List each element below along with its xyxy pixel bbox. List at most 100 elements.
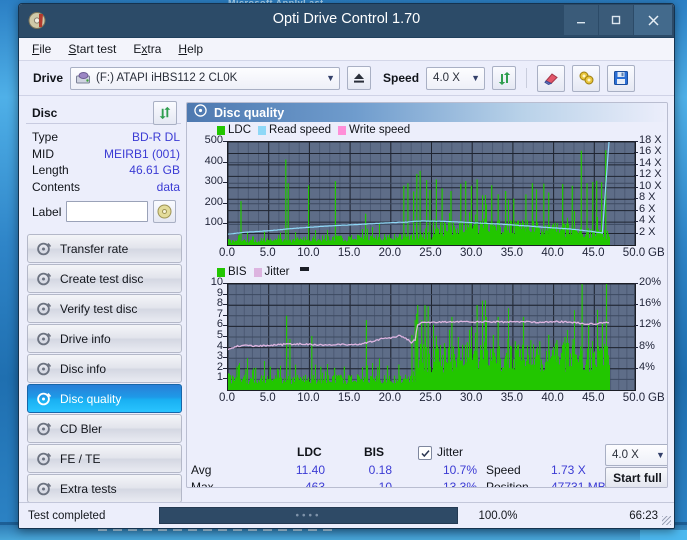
y-axis-tick-left: 9	[193, 287, 223, 299]
disc-label-button[interactable]	[153, 200, 176, 223]
eject-button[interactable]	[347, 66, 371, 90]
sidebar-item-label: Drive info	[60, 332, 111, 346]
menu-item-start-test[interactable]: Start test	[68, 42, 116, 56]
sidebar-item-disc-info[interactable]: Disc info	[27, 354, 182, 383]
disc-info-key: MID	[32, 146, 54, 163]
tick-mark	[223, 203, 227, 204]
plot-area	[227, 283, 636, 391]
tick-mark	[634, 175, 638, 176]
speed-label: Speed	[383, 71, 419, 85]
x-axis-tick: 20.0	[373, 247, 407, 259]
sidebar-item-label: Transfer rate	[60, 242, 128, 256]
x-axis-tick: 5.0	[251, 392, 285, 404]
drive-value: (F:) ATAPI iHBS112 2 CL0K	[90, 72, 322, 84]
x-axis-tick: 40.0	[536, 247, 570, 259]
y-axis-tick-right: 8 X	[639, 191, 668, 203]
y-axis-tick-right: 20%	[639, 276, 668, 288]
plot-area	[227, 141, 636, 246]
menu-item-help[interactable]: Help	[178, 42, 203, 56]
sidebar-item-extra-tests[interactable]: Extra tests	[27, 474, 182, 503]
settings-button[interactable]	[572, 65, 600, 92]
disc-refresh-button[interactable]	[153, 101, 177, 125]
legend-label: LDC	[228, 124, 251, 136]
bis-jitter-chart[interactable]: 123456789104%8%12%16%20%0.05.010.015.020…	[187, 279, 667, 407]
tick-mark	[634, 210, 638, 211]
y-axis-tick-left: 8	[193, 297, 223, 309]
chevron-down-icon[interactable]: ▼	[467, 73, 484, 83]
x-axis-tick: 45.0	[576, 392, 610, 404]
tick-mark	[223, 357, 227, 358]
minimize-icon[interactable]	[564, 5, 598, 35]
sidebar-item-fe-te[interactable]: FE / TE	[27, 444, 182, 473]
disc-quality-panel: Disc quality LDC Read speed Write speed …	[186, 102, 668, 488]
disc-label-input[interactable]	[66, 201, 148, 222]
sidebar-item-verify-test-disc[interactable]: Verify test disc	[27, 294, 182, 323]
stats-col-bis: BIS	[364, 445, 384, 459]
y-axis-tick-left: 5	[193, 329, 223, 341]
panel-header: Disc quality	[187, 103, 667, 122]
jitter-checkbox[interactable]	[418, 446, 432, 460]
sidebar-item-cd-bler[interactable]: CD Bler	[27, 414, 182, 443]
panel-disc-icon	[194, 104, 207, 122]
start-full-button[interactable]: Start full	[605, 467, 668, 488]
elapsed-time: 66:23	[538, 510, 674, 522]
result-speed-select[interactable]: 4.0 X ▼	[605, 444, 668, 466]
status-message: Test completed	[19, 510, 159, 522]
x-axis-label: GB	[648, 247, 665, 259]
x-axis-tick: 5.0	[251, 247, 285, 259]
tick-mark	[223, 141, 227, 142]
progress-dots: ••••	[295, 510, 321, 521]
legend-item-read-speed: Read speed	[258, 124, 331, 136]
application-window: Opti Drive Control 1.70 File Start test …	[18, 3, 675, 529]
sidebar-item-create-test-disc[interactable]: Create test disc	[27, 264, 182, 293]
y-axis-tick-right: 18 X	[639, 134, 668, 146]
legend-label: BIS	[228, 266, 247, 278]
drive-select[interactable]: (F:) ATAPI iHBS112 2 CL0K ▼	[70, 67, 340, 90]
chevron-down-icon[interactable]: ▼	[322, 73, 339, 83]
legend-swatch	[254, 268, 262, 277]
menu-item-extra[interactable]: Extra	[133, 42, 161, 56]
tick-mark	[634, 187, 638, 188]
stats-speed-value: 1.73 X	[551, 463, 586, 477]
tick-mark	[223, 283, 227, 284]
tick-mark	[223, 182, 227, 183]
chart1-legend: LDC Read speed Write speed	[187, 122, 667, 137]
legend-label: Read speed	[269, 124, 331, 136]
x-axis-tick: 40.0	[536, 392, 570, 404]
sidebar-item-drive-info[interactable]: Drive info	[27, 324, 182, 353]
y-axis-tick-left: 300	[193, 175, 223, 187]
refresh-button[interactable]	[492, 66, 516, 90]
y-axis-tick-right: 4 X	[639, 214, 668, 226]
x-axis-tick: 10.0	[291, 247, 325, 259]
sidebar-item-label: Disc quality	[60, 392, 121, 406]
sidebar-item-label: FE / TE	[60, 452, 100, 466]
speed-select[interactable]: 4.0 X ▼	[426, 67, 485, 90]
tick-mark	[223, 294, 227, 295]
y-axis-tick-right: 12 X	[639, 168, 668, 180]
tick-mark	[634, 283, 638, 284]
chevron-down-icon[interactable]: ▼	[652, 450, 668, 460]
y-axis-tick-left: 10	[193, 276, 223, 288]
close-icon[interactable]	[634, 5, 672, 35]
sidebar-item-disc-quality[interactable]: Disc quality	[27, 384, 182, 413]
legend-item-jitter: Jitter	[254, 266, 290, 278]
menu-item-file[interactable]: File	[32, 42, 51, 56]
ldc-speed-chart[interactable]: 1002003004005002 X4 X6 X8 X10 X12 X14 X1…	[187, 137, 667, 262]
y-axis-tick-left: 100	[193, 216, 223, 228]
y-axis-tick-right: 16 X	[639, 145, 668, 157]
save-button[interactable]	[607, 65, 635, 92]
maximize-icon[interactable]	[599, 5, 633, 35]
y-axis-tick-left: 500	[193, 134, 223, 146]
stats-jitter-max: 13.3%	[403, 480, 477, 488]
erase-button[interactable]	[537, 65, 565, 92]
x-axis-tick: 50.0	[617, 392, 651, 404]
sidebar-item-transfer-rate[interactable]: Transfer rate	[27, 234, 182, 263]
disc-info-table: Type BD-R DL MID MEIRB1 (001) Length 46.…	[32, 129, 180, 223]
resize-grip[interactable]	[662, 516, 671, 525]
nav-list: Transfer rate Create test disc Verify te…	[27, 234, 182, 503]
progress-bar: ••••	[159, 507, 458, 524]
menu-bar: File Start test Extra Help	[19, 38, 674, 61]
tick-mark	[223, 325, 227, 326]
stats-speed-label: Speed	[486, 463, 521, 477]
y-axis-tick-right: 16%	[639, 297, 668, 309]
